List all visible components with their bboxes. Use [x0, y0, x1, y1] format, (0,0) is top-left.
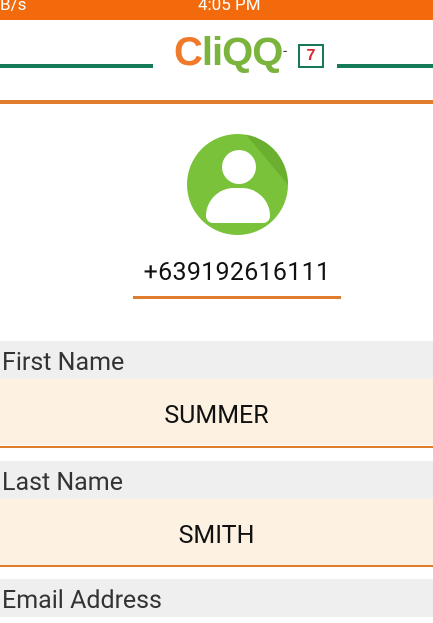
header-divider-left [0, 64, 153, 68]
network-speed: B/s [0, 0, 27, 15]
email-address-label: Email Address [0, 579, 433, 617]
header-underline [0, 100, 433, 104]
phone-number: +639192616111 [143, 258, 331, 287]
app-header: CliQQ - 7 [0, 20, 433, 104]
logo-text: liQQ [201, 30, 283, 74]
last-name-label: Last Name [0, 461, 433, 499]
phone-underline [133, 296, 341, 299]
first-name-label: First Name [0, 341, 433, 379]
status-bar: B/s 4:05 PM [0, 0, 433, 20]
last-name-value: SMITH [178, 521, 255, 550]
user-icon-body [206, 188, 270, 223]
first-name-field[interactable]: SUMMER [0, 379, 433, 445]
first-name-value: SUMMER [164, 401, 269, 430]
avatar[interactable] [187, 134, 288, 235]
cliqq-logo: CliQQ [174, 30, 283, 75]
last-name-underline [0, 565, 433, 567]
user-icon-head [222, 150, 256, 184]
status-time: 4:05 PM [198, 0, 261, 15]
logo-separator: - [283, 42, 288, 60]
seven-eleven-logo: 7 [298, 44, 324, 68]
logo-letter-c: C [174, 30, 203, 74]
header-divider-right [337, 64, 433, 68]
last-name-field[interactable]: SMITH [0, 499, 433, 565]
first-name-underline [0, 446, 433, 448]
